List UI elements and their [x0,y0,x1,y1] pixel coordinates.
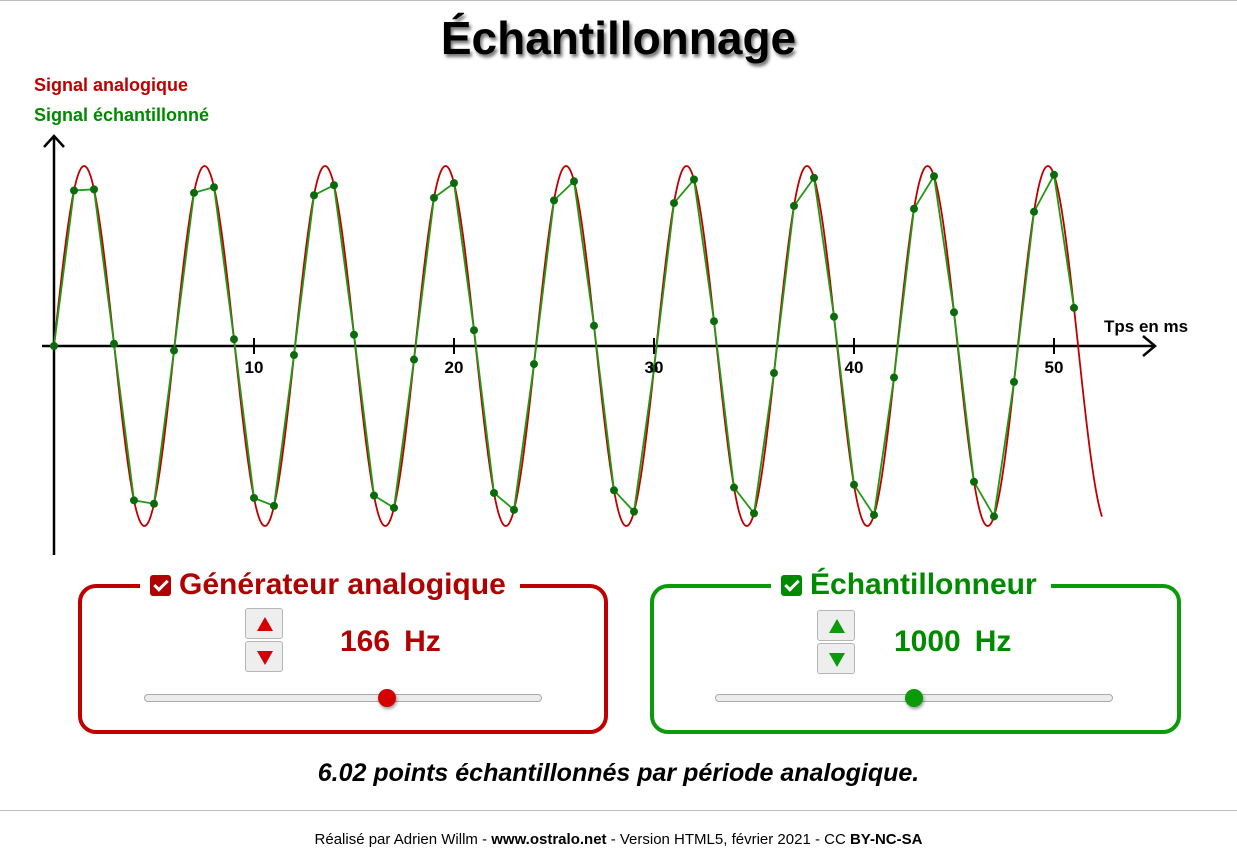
sample-point [230,335,238,344]
sample-point [590,321,598,330]
footer-middle: - Version HTML5, février 2021 - CC [606,831,850,848]
sample-point [210,183,218,192]
page-title: Échantillonnage [440,12,797,64]
sample-point [890,373,898,382]
sampler-slider-thumb[interactable] [905,689,923,707]
footer-site-link[interactable]: www.ostralo.net [491,831,606,848]
generator-title-label: Générateur analogique [179,568,506,601]
sampler-title: Échantillonneur [771,566,1051,604]
sample-point [810,173,818,182]
sample-point [530,360,538,369]
sample-point [130,496,138,505]
sampler-frequency: 1000 Hz [894,622,1011,662]
generator-increase-button[interactable] [245,608,283,639]
sample-point [70,186,78,195]
sample-point [270,501,278,510]
generator-slider-thumb[interactable] [377,689,396,707]
signal-chart: Tps en ms 10 20 30 40 50 [42,134,1188,555]
x-tick-label: 20 [445,358,464,377]
sample-point [610,486,618,495]
footer: Réalisé par Adrien Willm - www.ostralo.n… [0,830,1237,850]
generator-decrease-button[interactable] [245,641,283,672]
sample-point [550,196,558,205]
sample-point [790,201,798,210]
sampler-frequency-value: 1000 [894,625,961,658]
generator-stepper [245,608,283,674]
sampler-frequency-unit: Hz [974,625,1012,658]
sampler-title-label: Échantillonneur [810,568,1037,601]
generator-checkbox[interactable] [150,574,171,596]
generator-panel: Générateur analogique 166 Hz [78,566,608,734]
samples-per-period-summary: 6.02 points échantillonnés par période a… [317,759,920,787]
x-tick-label: 40 [845,358,864,377]
sample-point [690,175,698,184]
sample-point [990,512,998,521]
x-tick-label: 10 [245,358,264,377]
sample-point [730,483,738,492]
triangle-down-icon [829,653,845,667]
generator-frequency: 166 Hz [340,622,441,662]
sample-point [510,505,518,514]
legend-analog-signal: Signal analogique [34,75,189,95]
top-divider [0,0,1237,1]
footer-license: BY-NC-SA [849,831,923,848]
sample-point [1010,377,1018,386]
sample-point [770,369,778,378]
sample-point [1050,170,1058,179]
triangle-up-icon [257,617,273,631]
sample-point [470,326,478,335]
sample-point [290,351,298,360]
sampler-stepper [817,610,855,676]
footer-prefix: Réalisé par Adrien Willm - [314,831,492,848]
sample-point [850,480,858,489]
sample-point [370,491,378,500]
generator-slider[interactable] [144,689,542,707]
sample-point [390,503,398,512]
sample-point [710,317,718,326]
sample-point [1030,207,1038,216]
sample-point [970,477,978,486]
sample-point [110,339,118,348]
sample-point [870,510,878,519]
sample-point [190,188,198,197]
sampler-increase-button[interactable] [817,610,855,641]
sample-point [90,185,98,194]
sample-point [450,179,458,188]
sample-point [830,312,838,321]
generator-title: Générateur analogique [140,566,520,604]
x-tick-label: 50 [1045,358,1064,377]
sample-point [250,493,258,502]
sample-point [330,181,338,190]
generator-frequency-value: 166 [340,625,391,658]
sample-point [950,308,958,317]
sampler-panel: Échantillonneur 1000 Hz [650,566,1181,734]
sample-point [350,330,358,339]
sampler-checkbox[interactable] [781,574,802,596]
sample-point [670,199,678,208]
sample-point [50,342,58,350]
sample-point [490,488,498,497]
sample-point [430,193,438,202]
sample-point [1070,303,1078,312]
sample-point [310,191,318,200]
sample-point [750,509,758,518]
x-axis-label: Tps en ms [1104,317,1188,336]
sample-point [910,204,918,213]
x-tick-label: 30 [645,358,664,377]
sample-point [170,346,178,355]
sampler-slider[interactable] [715,689,1113,707]
footer-divider [0,810,1237,811]
sample-point [570,177,578,186]
sample-point [930,172,938,181]
sample-point [630,507,638,516]
legend-sampled-signal: Signal échantillonné [34,105,210,125]
generator-frequency-unit: Hz [404,625,441,658]
sampler-decrease-button[interactable] [817,643,855,674]
triangle-up-icon [829,619,845,633]
triangle-down-icon [257,651,273,665]
sample-point [410,355,418,364]
sample-point [150,499,158,508]
